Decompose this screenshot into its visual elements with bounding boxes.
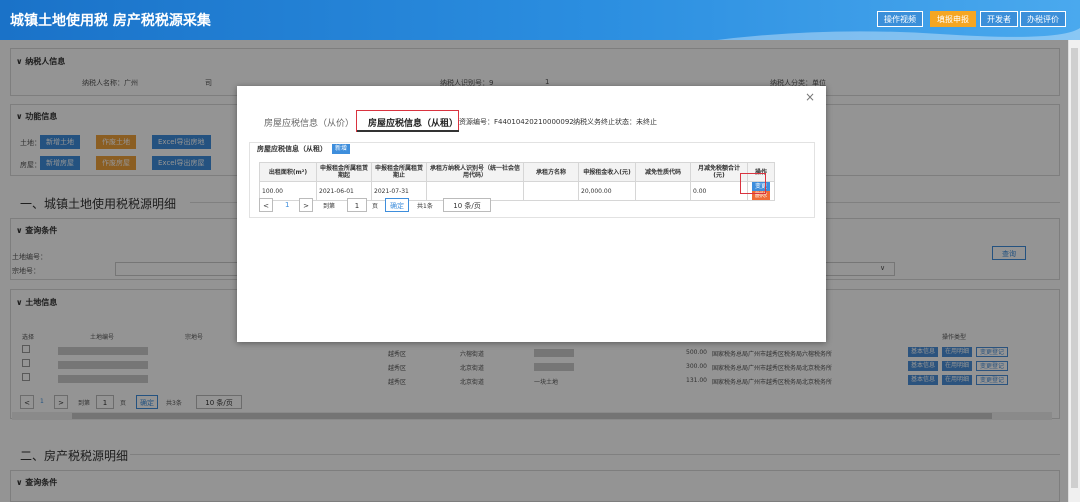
change-button-highlight xyxy=(740,173,766,194)
close-icon[interactable]: × xyxy=(805,90,815,104)
th-relief-code: 减免性质代码 xyxy=(635,162,691,182)
rent-table-header: 出租面积(m²) 申报租金所属租赁期起 申报租金所属租赁期止 承租方纳税人识别号… xyxy=(259,162,775,182)
modal-pager-prev[interactable]: < xyxy=(259,198,273,212)
th-relief-amount: 月减免税额合计(元) xyxy=(690,162,748,182)
page-title: 城镇土地使用税 房产税税源采集 xyxy=(10,13,211,29)
add-rent-button[interactable]: 新增 xyxy=(332,144,351,154)
operation-video-button[interactable]: 操作视频 xyxy=(877,11,923,27)
th-area: 出租面积(m²) xyxy=(259,162,317,182)
tax-evaluation-button[interactable]: 办税评价 xyxy=(1020,11,1066,27)
th-tenant-name: 承租方名称 xyxy=(523,162,579,182)
th-tenant-id: 承租方纳税人识别号（统一社会信用代码） xyxy=(426,162,524,182)
page-vscroll[interactable] xyxy=(1068,40,1080,502)
rent-table-row: 100.00 2021-06-01 2021-07-31 20,000.00 0… xyxy=(259,181,775,201)
modal-pager-page[interactable]: 1 xyxy=(285,201,289,209)
fill-declare-button[interactable]: 填报申报 xyxy=(930,11,976,27)
th-end: 申报租金所属租赁期止 xyxy=(371,162,427,182)
modal-pager-total: 共1条 xyxy=(417,203,433,210)
house-tax-modal: × 房屋应税信息（从价） 房屋应税信息（从租） 资源编号：F4401042021… xyxy=(237,86,826,342)
source-no: 资源编号：F44010420210000092 xyxy=(459,118,574,126)
tab-active-underline xyxy=(357,130,459,132)
developer-button[interactable]: 开发者 xyxy=(980,11,1018,27)
th-rent: 申报租金收入(元) xyxy=(578,162,636,182)
modal-pager-goto: 到第 xyxy=(323,203,336,210)
modal-pager-confirm[interactable]: 确定 xyxy=(385,198,409,212)
th-start: 申报租金所属租赁期起 xyxy=(316,162,372,182)
modal-pager-input[interactable]: 1 xyxy=(347,198,367,212)
modal-pager-size-select[interactable]: 10 条/页 xyxy=(443,198,491,212)
tax-status: 纳税义务终止状态：未终止 xyxy=(573,118,657,126)
td-tenant-name xyxy=(523,181,579,201)
page-vscroll-thumb[interactable] xyxy=(1071,48,1078,488)
rent-table: 出租面积(m²) 申报租金所属租赁期起 申报租金所属租赁期止 承租方纳税人识别号… xyxy=(259,162,775,201)
modal-pager-next[interactable]: > xyxy=(299,198,313,212)
tab-by-rent[interactable]: 房屋应税信息（从租） xyxy=(368,116,458,129)
modal-pager-unit: 页 xyxy=(372,203,379,210)
td-relief-code xyxy=(635,181,691,201)
rent-info-title: 房屋应税信息（从租） xyxy=(257,145,327,153)
td-relief-amount: 0.00 xyxy=(690,181,748,201)
td-rent: 20,000.00 xyxy=(578,181,636,201)
tab-by-value[interactable]: 房屋应税信息（从价） xyxy=(264,116,354,129)
